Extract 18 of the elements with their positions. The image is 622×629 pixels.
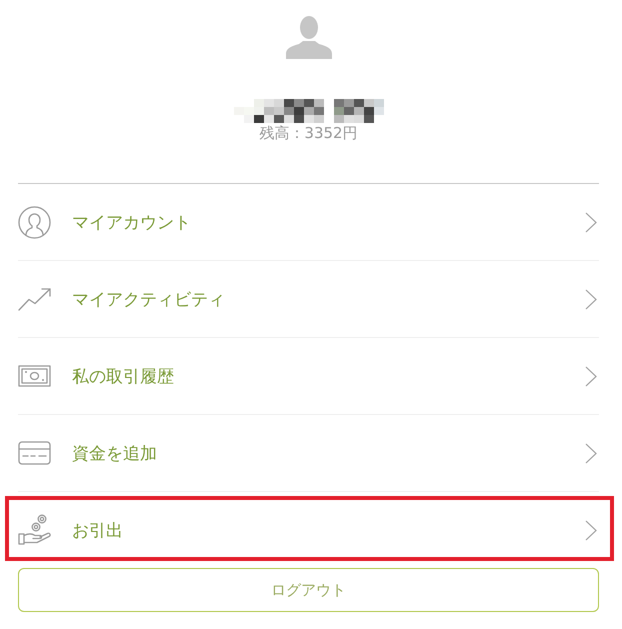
chevron-right-icon	[585, 366, 597, 386]
hand-coins-icon	[18, 514, 52, 546]
chevron-right-icon	[585, 212, 597, 232]
menu-item[interactable]: 私の取引履歴	[18, 338, 599, 414]
chevron-right-icon	[585, 520, 597, 540]
user-silhouette-icon	[286, 15, 332, 59]
menu-item[interactable]: マイアクティビティ	[18, 261, 599, 337]
menu-item[interactable]: 資金を追加	[18, 415, 599, 491]
balance-text: 残高：3352円	[259, 124, 358, 142]
card-icon	[18, 441, 51, 465]
menu-item[interactable]: マイアカウント	[18, 184, 599, 260]
trend-arrow-icon	[18, 287, 52, 311]
chevron-right-icon	[585, 288, 597, 310]
banknote-icon	[18, 365, 51, 387]
menu-item[interactable]: お引出	[18, 492, 599, 568]
logout-button[interactable]: ログアウト	[18, 568, 599, 612]
person-circle-icon	[18, 206, 51, 238]
chevron-right-icon	[585, 442, 597, 464]
